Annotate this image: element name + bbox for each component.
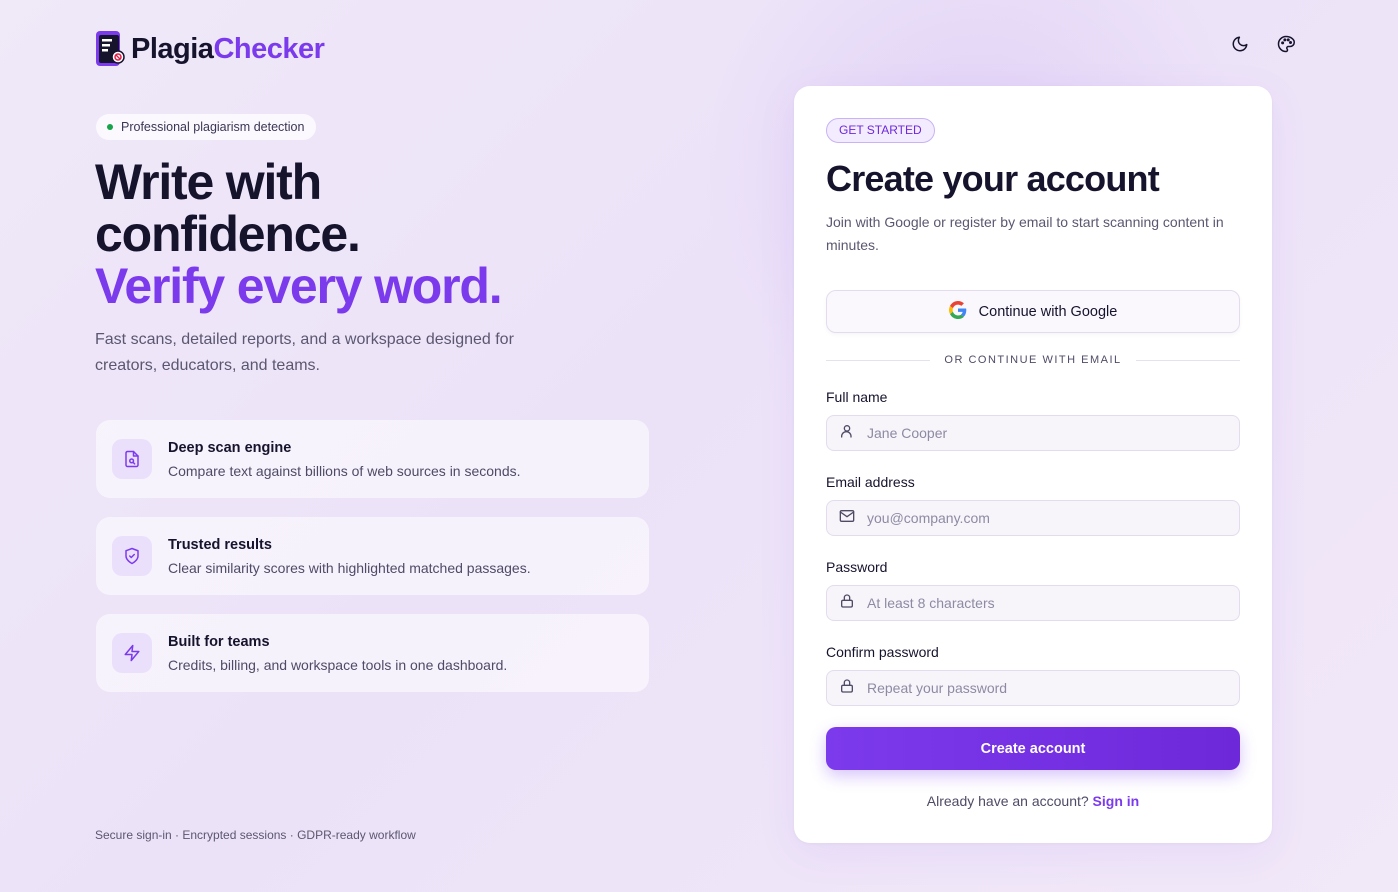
divider-text: OR CONTINUE WITH EMAIL [944,354,1122,366]
feature-description: Compare text against billions of web sou… [168,462,521,479]
hero-line-3: Verify every word. [95,258,503,314]
confirm-password-label: Confirm password [826,644,939,660]
confirm-password-input-wrapper[interactable] [826,670,1240,706]
lock-icon [839,593,855,614]
brand-name-part2: Checker [213,32,325,65]
feature-title: Deep scan engine [168,439,292,456]
get-started-pill: GET STARTED [826,118,935,143]
brand-name: PlagiaChecker [131,32,325,66]
brand-logo[interactable]: PlagiaChecker [95,30,325,68]
header-actions [1228,32,1298,56]
email-label: Email address [826,474,915,490]
hero-line-1: Write with [95,154,322,210]
hero-heading: Write with confidence. Verify every word… [95,154,503,314]
feature-description: Clear similarity scores with highlighted… [168,559,531,576]
email-field: Email address [826,474,1240,536]
user-icon [839,423,855,444]
hero-subtitle: Fast scans, detailed reports, and a work… [95,331,514,374]
confirm-password-field: Confirm password [826,644,1240,706]
status-dot [107,124,113,130]
palette-icon[interactable] [1274,32,1298,56]
feature-card: Trusted results Clear similarity scores … [96,517,649,595]
feature-title: Built for teams [168,633,270,650]
lightning-icon [112,633,152,673]
moon-icon[interactable] [1228,32,1252,56]
feature-list: Deep scan engine Compare text against bi… [96,420,649,711]
feature-description: Credits, billing, and workspace tools in… [168,656,508,673]
email-input-wrapper[interactable] [826,500,1240,536]
feature-title: Trusted results [168,536,272,553]
signin-row: Already have an account? Sign in [826,793,1240,809]
signup-card: GET STARTED Create your account Join wit… [794,86,1272,843]
password-input[interactable] [867,595,1227,611]
hero-line-2: confidence. [95,206,361,262]
email-input[interactable] [867,510,1227,526]
lock-icon [839,678,855,699]
signin-link[interactable]: Sign in [1093,793,1140,809]
full-name-input-wrapper[interactable] [826,415,1240,451]
google-signin-button[interactable]: Continue with Google [826,290,1240,333]
confirm-password-input[interactable] [867,680,1227,696]
email-divider: OR CONTINUE WITH EMAIL [826,354,1241,366]
hero-badge: Professional plagiarism detection [96,114,317,140]
full-name-label: Full name [826,389,888,405]
card-subtitle: Join with Google or register by email to… [826,214,1224,253]
google-button-label: Continue with Google [978,303,1118,320]
signin-prompt: Already have an account? [926,793,1089,809]
brand-name-part1: Plagia [131,32,214,65]
hero-badge-label: Professional plagiarism detection [121,120,305,134]
full-name-input[interactable] [867,425,1227,441]
divider-line [1135,359,1241,361]
mail-icon [839,508,855,529]
password-input-wrapper[interactable] [826,585,1240,621]
google-icon [948,300,967,323]
password-label: Password [826,559,888,575]
security-note: Secure sign-in · Encrypted sessions · GD… [95,828,416,842]
password-field: Password [826,559,1240,621]
document-search-icon [112,439,152,479]
card-title: Create your account [826,158,1160,199]
create-account-button[interactable]: Create account [826,727,1240,770]
shield-check-icon [112,536,152,576]
feature-card: Built for teams Credits, billing, and wo… [96,614,649,692]
logo-icon [95,30,127,68]
full-name-field: Full name [826,389,1240,451]
divider-line [826,359,931,361]
feature-card: Deep scan engine Compare text against bi… [96,420,649,498]
